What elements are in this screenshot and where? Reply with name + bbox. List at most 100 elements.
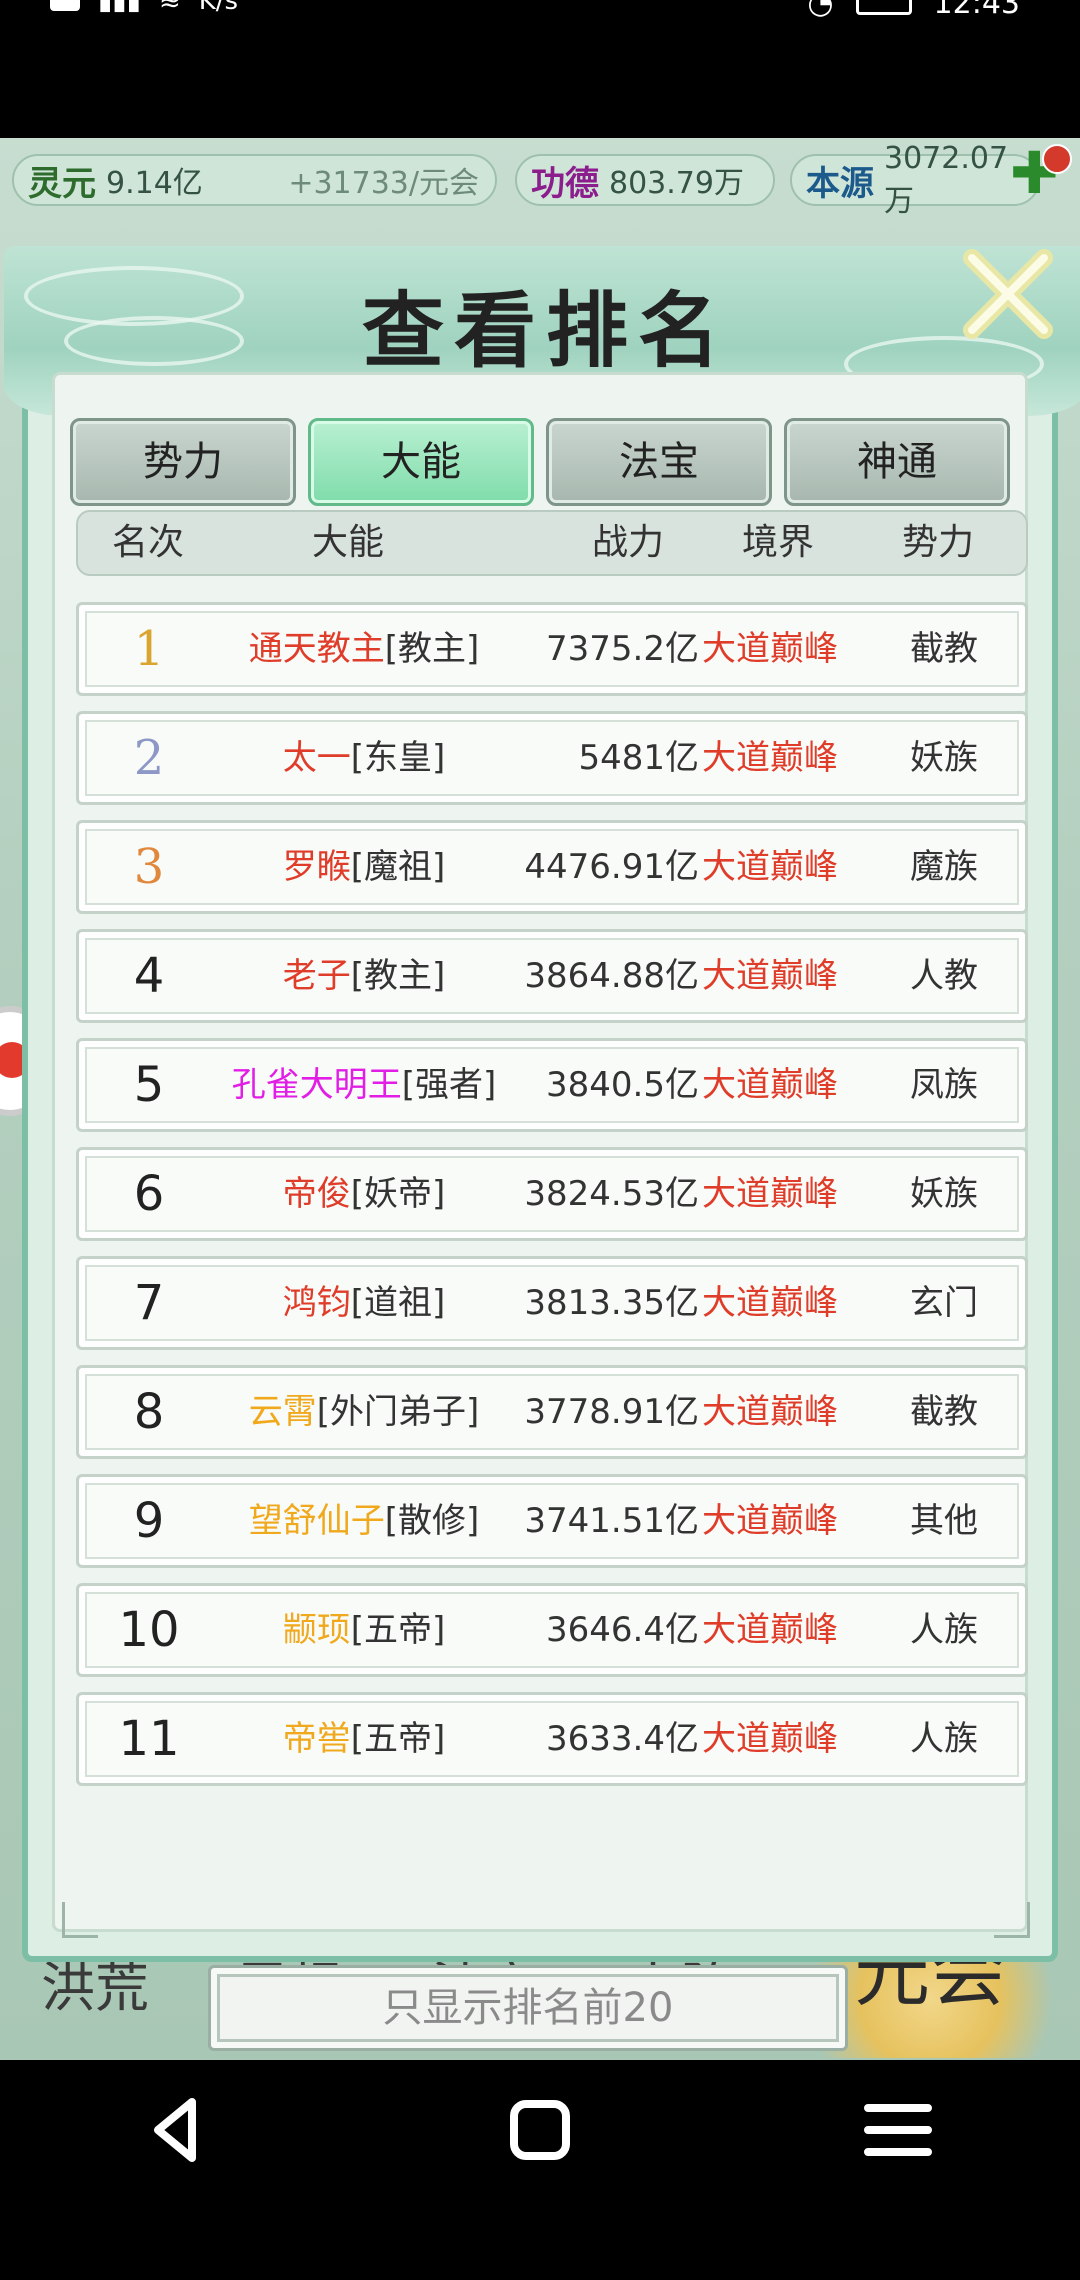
character-name: 帝俊 [282, 1174, 351, 1214]
battery-icon [855, 0, 912, 15]
character-title: [五帝] [350, 1719, 446, 1759]
rank-number: 9 [133, 1493, 165, 1549]
wifi-icon: ≋ [158, 0, 181, 16]
ranking-row[interactable]: 1 通天教主[教主] 7375.2亿 大道巅峰 截教 [76, 602, 1028, 696]
realm-value: 大道巅峰 [702, 629, 838, 669]
ranking-tabs: 势力 大能 法宝 神通 [46, 418, 1010, 508]
corner-ornament [62, 1902, 98, 1938]
resource-name: 本源 [806, 163, 874, 204]
alarm-icon: ◔ [807, 0, 834, 21]
realm-value: 大道巅峰 [702, 847, 838, 887]
tab-shentong[interactable]: 神通 [784, 418, 1010, 506]
character-name: 望舒仙子 [248, 1501, 385, 1541]
realm-value: 大道巅峰 [702, 1392, 838, 1432]
resource-value: 803.79万 [609, 166, 744, 201]
tab-daneng[interactable]: 大能 [308, 418, 534, 506]
faction-value: 魔族 [910, 847, 978, 887]
character-name-cell: 颛顼[五帝] [209, 1586, 519, 1674]
power-value: 3824.53亿 [524, 1174, 699, 1214]
power-value: 3813.35亿 [524, 1283, 699, 1323]
character-title: [教主] [350, 956, 446, 996]
menu-icon[interactable] [858, 2090, 938, 2170]
faction-value: 妖族 [910, 738, 978, 778]
rank-number: 11 [118, 1711, 180, 1767]
power-value: 4476.91亿 [524, 847, 699, 887]
faction-value: 其他 [910, 1501, 978, 1541]
ranking-row[interactable]: 5 孔雀大明王[强者] 3840.5亿 大道巅峰 凤族 [76, 1038, 1028, 1132]
ranking-row[interactable]: 3 罗睺[魔祖] 4476.91亿 大道巅峰 魔族 [76, 820, 1028, 914]
character-title: [外门弟子] [316, 1392, 480, 1432]
power-value: 3840.5亿 [546, 1065, 699, 1105]
status-bar: ▮▮▮ ≋ K/s ◔ 12:43 [0, 0, 1080, 138]
column-name: 大能 [311, 522, 384, 563]
ranking-row[interactable]: 8 云霄[外门弟子] 3778.91亿 大道巅峰 截教 [76, 1365, 1028, 1459]
column-realm: 境界 [741, 522, 814, 563]
faction-value: 玄门 [910, 1283, 978, 1323]
rank-number: 2 [133, 730, 165, 786]
bottom-spacer [0, 2200, 1080, 2280]
character-title: [道祖] [350, 1283, 446, 1323]
faction-value: 妖族 [910, 1174, 978, 1214]
character-name: 老子 [282, 956, 351, 996]
realm-value: 大道巅峰 [702, 1610, 838, 1650]
power-value: 3778.91亿 [524, 1392, 699, 1432]
rank-number: 7 [133, 1275, 165, 1331]
close-icon[interactable] [958, 244, 1058, 344]
character-name-cell: 通天教主[教主] [209, 605, 519, 693]
character-name-cell: 望舒仙子[散修] [209, 1477, 519, 1565]
rank-number: 1 [133, 621, 165, 677]
ranking-row[interactable]: 11 帝喾[五帝] 3633.4亿 大道巅峰 人族 [76, 1692, 1028, 1786]
rank-number: 3 [133, 839, 165, 895]
realm-value: 大道巅峰 [702, 1174, 838, 1214]
status-right: ◔ 12:43 [807, 0, 1020, 21]
ranking-row[interactable]: 7 鸿钧[道祖] 3813.35亿 大道巅峰 玄门 [76, 1256, 1028, 1350]
character-name-cell: 帝俊[妖帝] [209, 1150, 519, 1238]
realm-value: 大道巅峰 [702, 1065, 838, 1105]
ranking-row[interactable]: 10 颛顼[五帝] 3646.4亿 大道巅峰 人族 [76, 1583, 1028, 1677]
faction-value: 人族 [910, 1719, 978, 1759]
table-header: 名次 大能 战力 境界 势力 [76, 510, 1028, 576]
tab-fabao[interactable]: 法宝 [546, 418, 772, 506]
character-name-cell: 太一[东皇] [209, 714, 519, 802]
power-value: 3864.88亿 [524, 956, 699, 996]
resource-rate: +31733/元会 [288, 166, 479, 201]
character-title: [东皇] [350, 738, 446, 778]
corner-ornament [994, 1902, 1030, 1938]
faction-value: 截教 [910, 1392, 978, 1432]
character-name-cell: 帝喾[五帝] [209, 1695, 519, 1783]
ranking-row[interactable]: 9 望舒仙子[散修] 3741.51亿 大道巅峰 其他 [76, 1474, 1028, 1568]
character-name: 孔雀大明王 [231, 1065, 402, 1105]
ranking-row[interactable]: 2 太一[东皇] 5481亿 大道巅峰 妖族 [76, 711, 1028, 805]
rank-number: 10 [118, 1602, 180, 1658]
character-title: [魔祖] [350, 847, 446, 887]
resource-gongde: 功德 803.79万 [515, 154, 775, 206]
column-faction: 势力 [901, 522, 974, 563]
character-title: [妖帝] [350, 1174, 446, 1214]
back-icon[interactable] [138, 2090, 218, 2170]
character-name: 颛顼 [282, 1610, 351, 1650]
character-title: [散修] [384, 1501, 480, 1541]
character-name: 鸿钧 [282, 1283, 351, 1323]
tab-shili[interactable]: 势力 [70, 418, 296, 506]
resource-value: 9.14亿 [106, 166, 203, 201]
character-name: 云霄 [248, 1392, 317, 1432]
faction-value: 人族 [910, 1610, 978, 1650]
realm-value: 大道巅峰 [702, 1501, 838, 1541]
realm-value: 大道巅峰 [702, 956, 838, 996]
power-value: 5481亿 [578, 738, 699, 778]
realm-value: 大道巅峰 [702, 738, 838, 778]
character-title: [强者] [401, 1065, 497, 1105]
character-name-cell: 鸿钧[道祖] [209, 1259, 519, 1347]
resource-benyuan: 本源 3072.07万 [790, 141, 1040, 219]
character-name: 通天教主 [248, 629, 385, 669]
power-value: 7375.2亿 [546, 629, 699, 669]
notification-icon [50, 0, 80, 11]
ranking-row[interactable]: 6 帝俊[妖帝] 3824.53亿 大道巅峰 妖族 [76, 1147, 1028, 1241]
ranking-row[interactable]: 4 老子[教主] 3864.88亿 大道巅峰 人教 [76, 929, 1028, 1023]
rank-number: 5 [133, 1057, 165, 1113]
home-icon[interactable] [500, 2090, 580, 2170]
show-top20-button[interactable]: 只显示排名前20 [208, 1965, 848, 2051]
power-value: 3646.4亿 [546, 1610, 699, 1650]
faction-value: 凤族 [910, 1065, 978, 1105]
power-value: 3633.4亿 [546, 1719, 699, 1759]
